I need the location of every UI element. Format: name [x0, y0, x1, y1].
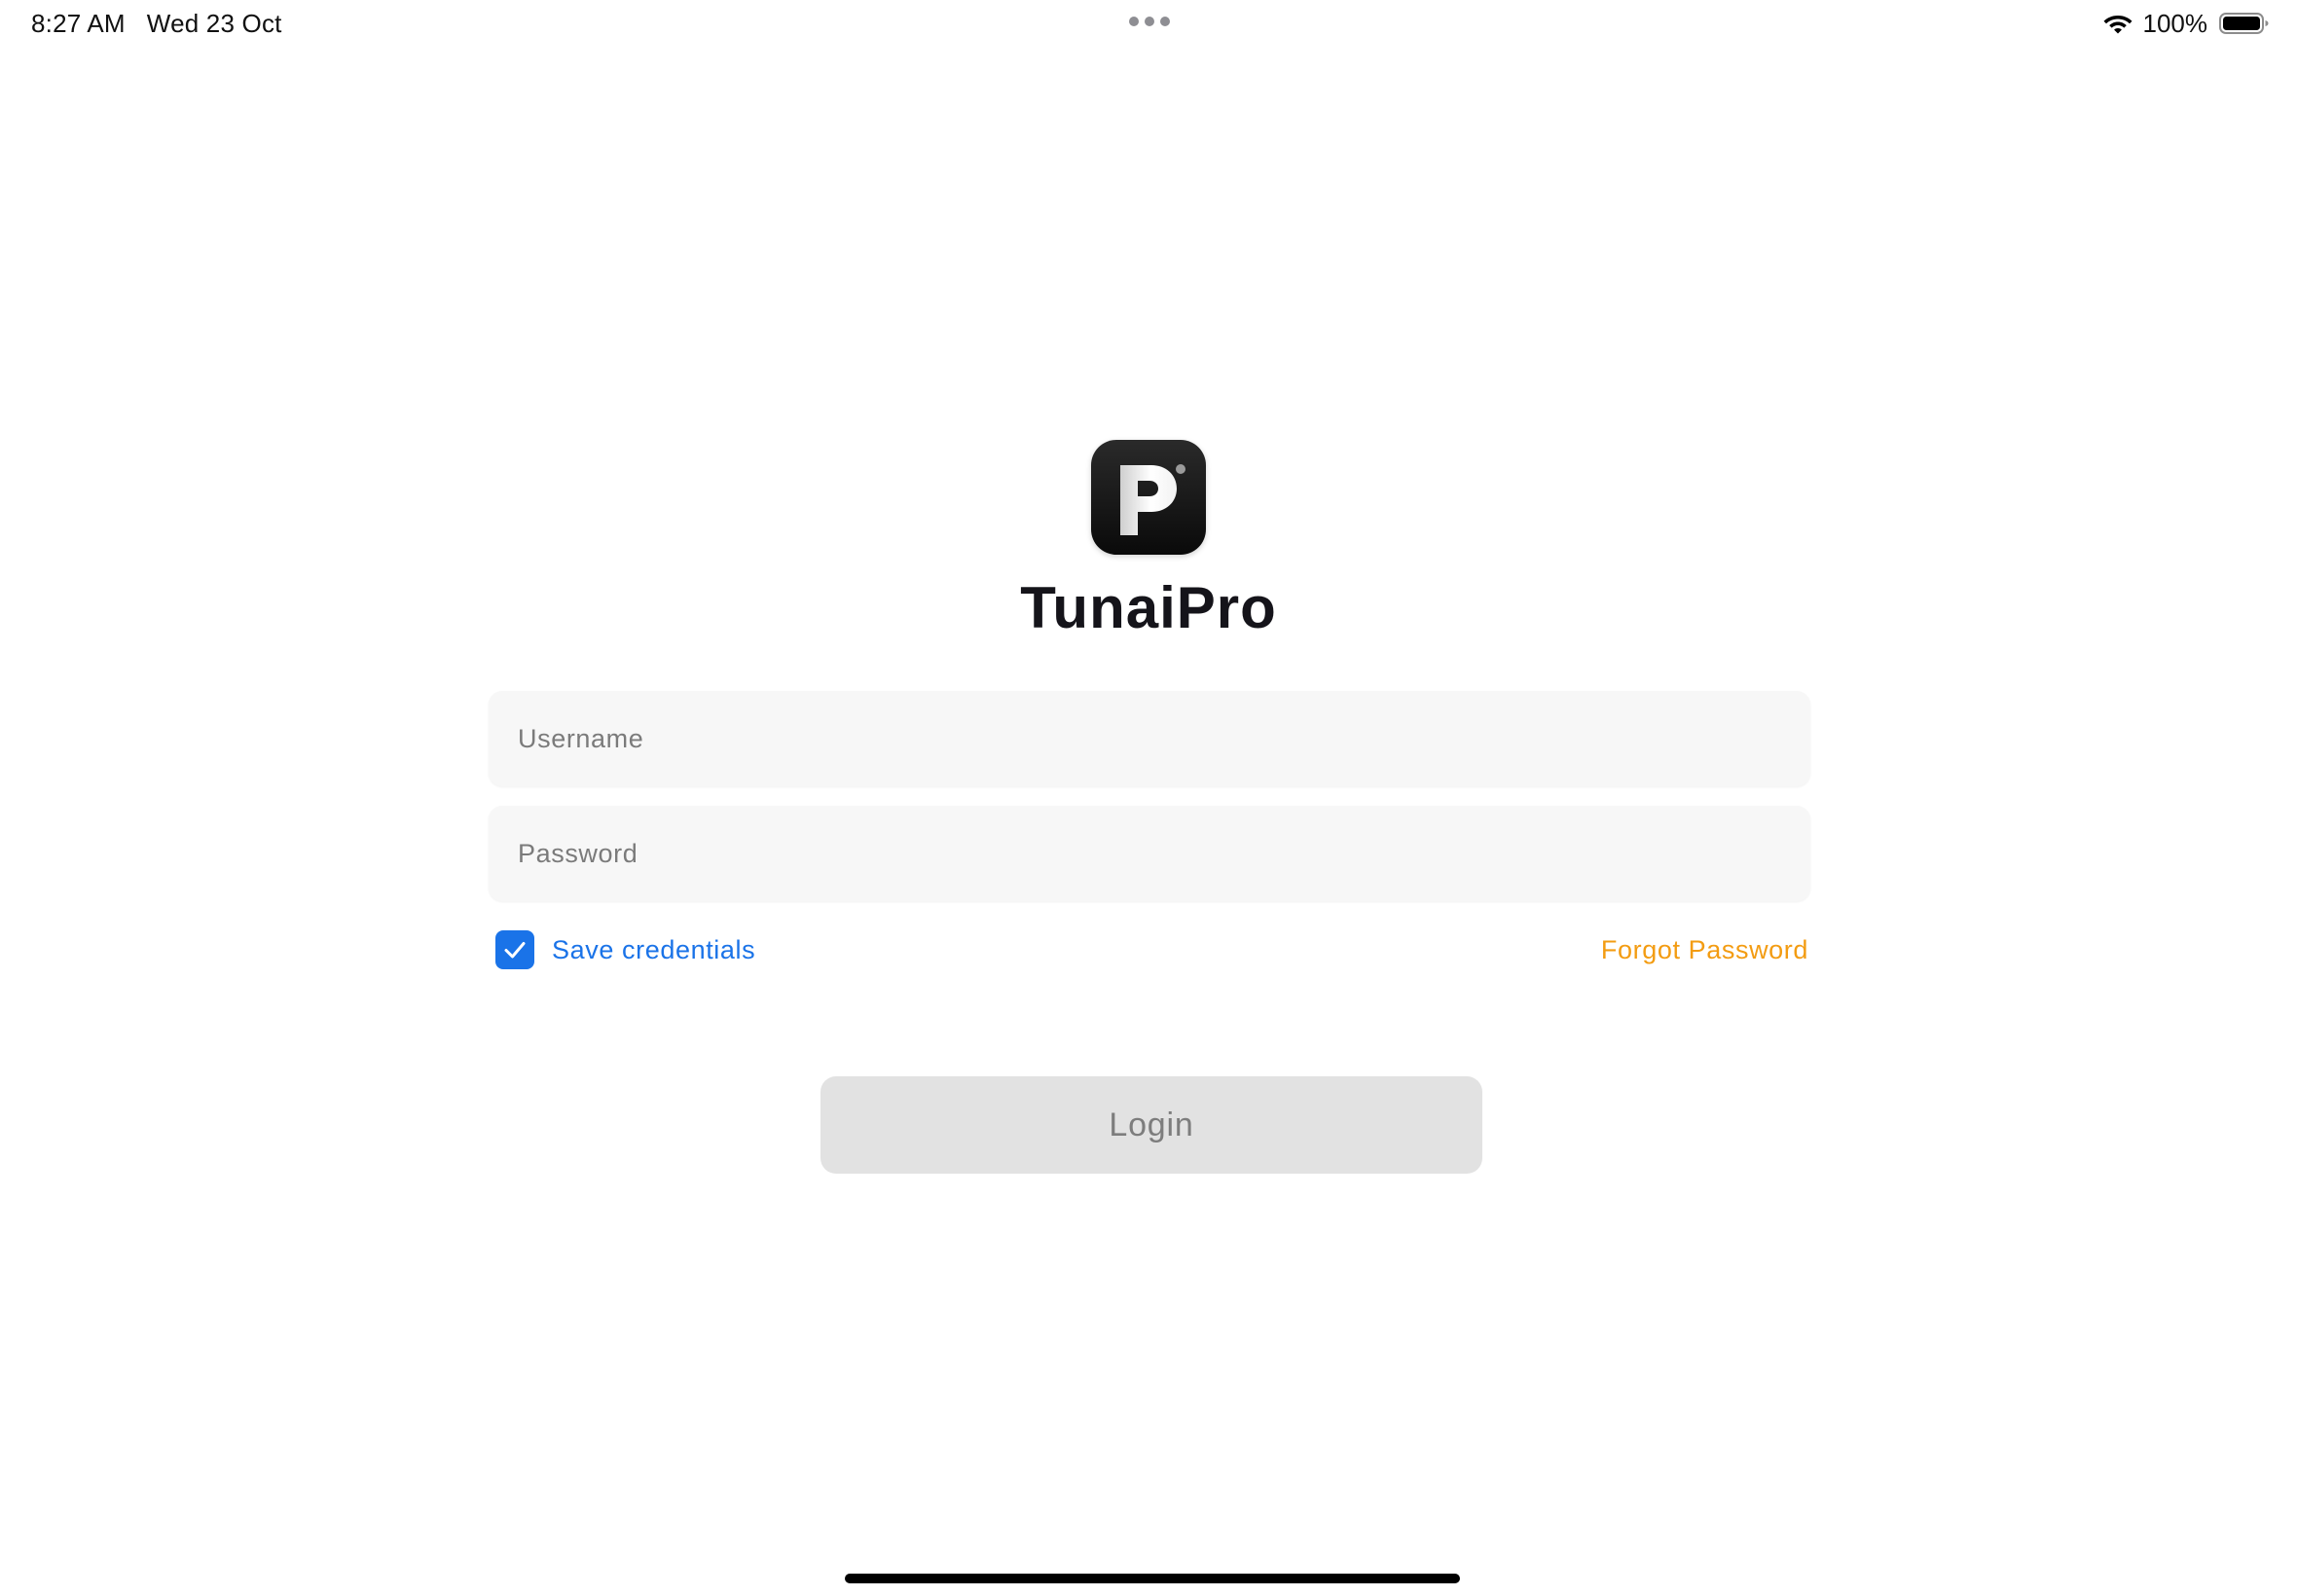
checkmark-icon: [504, 942, 526, 959]
status-bar-left: 8:27 AM Wed 23 Oct: [31, 6, 282, 41]
status-bar-right: 100%: [2102, 6, 2271, 41]
app-title: TunaiPro: [1020, 575, 1277, 640]
save-credentials-label[interactable]: Save credentials: [552, 935, 755, 965]
save-credentials-checkbox[interactable]: [495, 930, 534, 969]
forgot-password-link[interactable]: Forgot Password: [1601, 930, 1808, 969]
dot-icon: [1160, 17, 1170, 26]
save-credentials-toggle[interactable]: Save credentials: [495, 930, 755, 969]
dot-icon: [1145, 17, 1154, 26]
battery-full-icon: [2219, 12, 2270, 35]
login-button[interactable]: Login: [820, 1076, 1482, 1174]
login-screen: 8:27 AM Wed 23 Oct 100% TunaiPro Usernam…: [0, 0, 2297, 1596]
wifi-icon: [2102, 12, 2133, 35]
dot-icon: [1129, 17, 1139, 26]
username-input[interactable]: [489, 691, 1810, 786]
password-input[interactable]: [489, 806, 1810, 901]
multitasking-menu-icon[interactable]: [1129, 17, 1170, 26]
status-date: Wed 23 Oct: [146, 8, 282, 38]
home-indicator[interactable]: [845, 1574, 1460, 1583]
status-time: 8:27 AM: [31, 8, 126, 38]
battery-percent: 100%: [2142, 8, 2208, 38]
tunaipro-logo-icon: [1091, 440, 1206, 555]
